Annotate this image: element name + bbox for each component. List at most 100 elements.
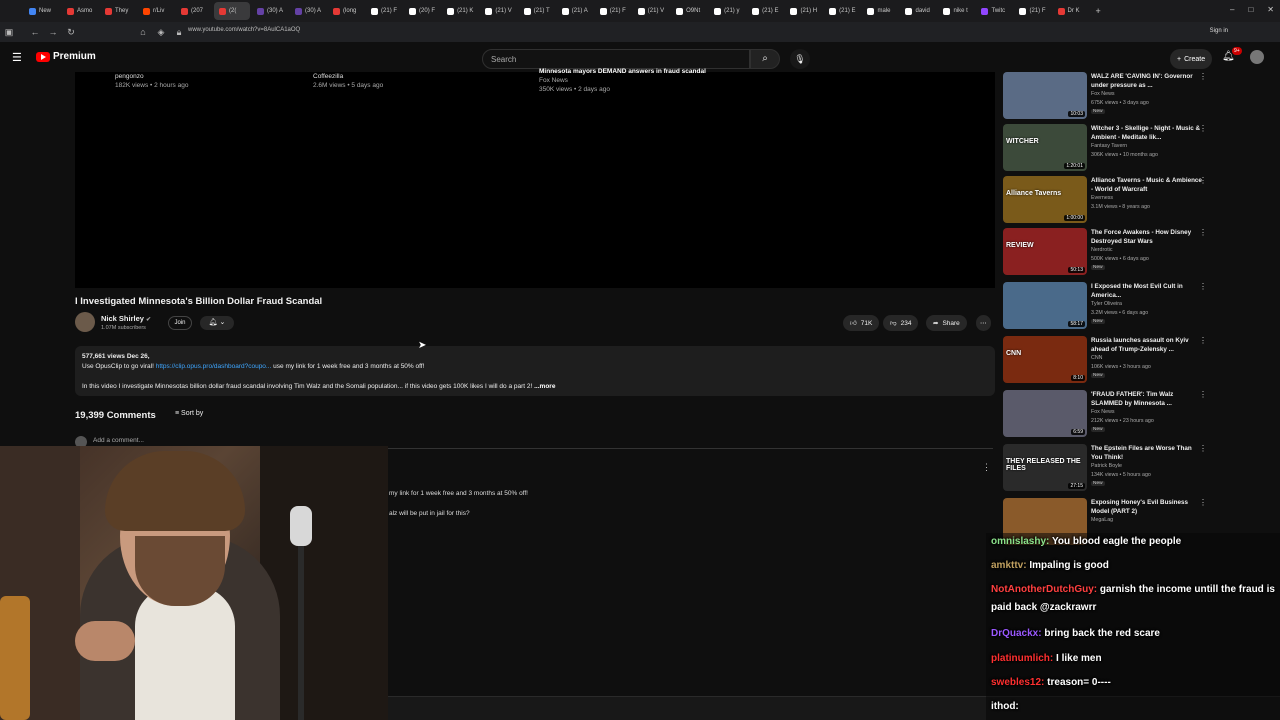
browser-tab[interactable]: (long [328,2,364,20]
recommended-title[interactable]: WALZ ARE 'CAVING IN': Governor under pre… [1091,72,1203,90]
more-link[interactable]: ...more [534,383,555,390]
more-icon[interactable]: ⋮ [1199,124,1207,133]
browser-tab[interactable]: (21) y [709,2,745,20]
recommended-channel[interactable]: Fox News [1091,91,1115,97]
browser-tab[interactable]: (21) V [480,2,516,20]
browser-tab[interactable]: male [862,2,898,20]
sort-by-button[interactable]: ≡ Sort by [175,410,203,417]
share-button[interactable]: ➦ Share [926,315,967,331]
subscribed-bell-button[interactable]: 🔔︎ ⌄ [200,316,234,330]
browser-tab[interactable]: Asmo [62,2,98,20]
browser-tab[interactable]: david [900,2,936,20]
browser-tab[interactable]: (21) A [557,2,593,20]
browser-tab[interactable]: Twitc [976,2,1012,20]
video-thumbnail[interactable]: 10:03 [1003,72,1087,119]
endcard-item[interactable]: Minnesota mayors DEMAND answers in fraud… [539,67,706,94]
browser-tab[interactable]: (21) F [1014,2,1050,20]
recommended-channel[interactable]: MegaLag [1091,517,1113,523]
voice-search-button[interactable]: 🎙︎ [790,49,810,69]
browser-tab[interactable]: (30) A [252,2,288,20]
browser-tab[interactable]: (21) E [747,2,783,20]
recommended-title[interactable]: 'FRAUD FATHER': Tim Walz SLAMMED by Minn… [1091,390,1203,408]
browser-tab[interactable]: (30) A [290,2,326,20]
browser-tab[interactable]: (21) V [633,2,669,20]
browser-tab[interactable]: nike t [938,2,974,20]
browser-tab[interactable]: (21) F [366,2,402,20]
more-actions-button[interactable]: ⋯ [976,315,991,331]
video-thumbnail[interactable]: 6:59 [1003,390,1087,437]
recommended-video[interactable]: 10:03 WALZ ARE 'CAVING IN': Governor unde… [1003,72,1213,122]
recommended-title[interactable]: The Force Awakens - How Disney Destroyed… [1091,228,1203,246]
recommended-video[interactable]: REVIEW 50:13 The Force Awakens - How Disne… [1003,228,1213,278]
browser-tab[interactable]: (21) H [785,2,822,20]
recommended-title[interactable]: Russia launches assault on Kyiv ahead of… [1091,336,1203,354]
home-icon[interactable]: ⌂ [134,27,152,37]
browser-tab[interactable]: (21) F [595,2,631,20]
recommended-video[interactable]: WITCHER 1:20:01 Witcher 3 - Skellige - Nig… [1003,124,1213,174]
desc-link[interactable]: https://clip.opus.pro/dashboard?coupo... [156,363,272,370]
comment-menu-icon[interactable]: ⋮ [982,462,991,473]
youtube-logo[interactable]: Premium [36,51,96,62]
recommended-video[interactable]: Alliance Taverns 1:00:00 Alliance Taverns … [1003,176,1213,226]
video-thumbnail[interactable]: 58:17 [1003,282,1087,329]
video-description[interactable]: 577,661 views Dec 26, Use OpusClip to go… [75,346,995,396]
sign-in-button[interactable]: Sign in [1210,28,1228,34]
browser-tab[interactable]: (20) F [404,2,440,20]
recommended-title[interactable]: Exposing Honey's Evil Business Model (PA… [1091,498,1203,516]
menu-icon[interactable]: ☰ [12,51,22,64]
shield-icon[interactable]: ◈ [152,27,170,38]
browser-tab[interactable]: New [24,2,60,20]
more-icon[interactable]: ⋮ [1199,336,1207,345]
more-icon[interactable]: ⋮ [1199,228,1207,237]
back-icon[interactable]: ← [26,27,44,37]
browser-tab[interactable]: (2( [214,2,250,20]
avatar[interactable] [1250,50,1264,64]
video-thumbnail[interactable]: THEY RELEASED THE FILES 27:15 [1003,444,1087,491]
video-thumbnail[interactable]: Alliance Taverns 1:00:00 [1003,176,1087,223]
recommended-video[interactable]: 6:59 'FRAUD FATHER': Tim Walz SLAMMED by … [1003,390,1213,440]
browser-tab[interactable]: Dr K [1053,2,1089,20]
recommended-channel[interactable]: CNN [1091,355,1102,361]
recommended-title[interactable]: Alliance Taverns - Music & Ambience - Wo… [1091,176,1203,194]
more-icon[interactable]: ⋮ [1199,444,1207,453]
dislike-button[interactable]: 👎︎ 234 [883,315,919,331]
recommended-channel[interactable]: Fox News [1091,409,1115,415]
browser-tab[interactable]: (21) E [824,2,860,20]
close-icon[interactable]: ✕ [1267,5,1274,14]
video-thumbnail[interactable]: WITCHER 1:20:01 [1003,124,1087,171]
endcard-item[interactable]: pengonzo 182K views • 2 hours ago [115,72,188,90]
new-tab-button[interactable]: + [1091,2,1127,20]
video-player[interactable]: pengonzo 182K views • 2 hours ago Coffee… [75,68,995,288]
recommended-channel[interactable]: Nerdrotic [1091,247,1113,253]
browser-tab[interactable]: (21) K [442,2,478,20]
reload-icon[interactable]: ↻ [62,27,80,38]
more-icon[interactable]: ⋮ [1199,176,1207,185]
more-icon[interactable]: ⋮ [1199,390,1207,399]
recommended-title[interactable]: Witcher 3 - Skellige - Night - Music & A… [1091,124,1203,142]
recommended-video[interactable]: THEY RELEASED THE FILES 27:15 The Epstein … [1003,444,1213,494]
recommended-title[interactable]: The Epstein Files are Worse Than You Thi… [1091,444,1203,462]
browser-tab[interactable]: (21) T [519,2,555,20]
recommended-video[interactable]: 58:17 I Exposed the Most Evil Cult in Ame… [1003,282,1213,332]
minimize-icon[interactable]: – [1230,5,1234,14]
create-button[interactable]: + Create [1170,49,1213,69]
like-button[interactable]: 👍︎ 71K [843,315,880,331]
join-button[interactable]: Join [168,316,192,330]
add-comment-input[interactable]: Add a comment... [93,437,144,444]
video-thumbnail[interactable]: REVIEW 50:13 [1003,228,1087,275]
maximize-icon[interactable]: □ [1248,5,1253,14]
browser-tab[interactable]: (207 [176,2,212,20]
video-thumbnail[interactable]: CNN 8:10 [1003,336,1087,383]
recommended-title[interactable]: I Exposed the Most Evil Cult in America.… [1091,282,1203,300]
sidebar-toggle-icon[interactable]: ▣ [0,27,18,38]
forward-icon[interactable]: → [44,27,62,37]
recommended-channel[interactable]: Patrick Boyle [1091,463,1122,469]
more-icon[interactable]: ⋮ [1199,498,1207,507]
recommended-video[interactable]: CNN 8:10 Russia launches assault on Kyiv a… [1003,336,1213,386]
search-input[interactable]: Search [482,49,750,69]
more-icon[interactable]: ⋮ [1199,72,1207,81]
more-icon[interactable]: ⋮ [1199,282,1207,291]
browser-tab[interactable]: They [100,2,136,20]
recommended-channel[interactable]: Tyler Oliveira [1091,301,1122,307]
browser-tab[interactable]: r/Liv [138,2,174,20]
